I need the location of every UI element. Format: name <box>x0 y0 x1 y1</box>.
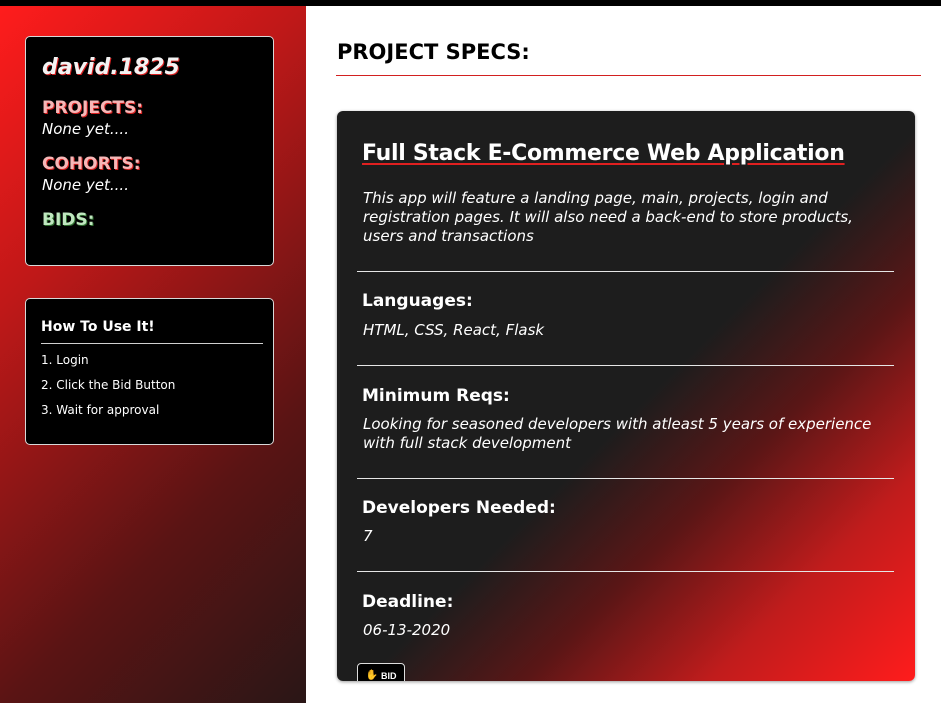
how-to-title: How To Use It! <box>41 319 155 335</box>
min-reqs-label: Minimum Reqs: <box>362 386 510 406</box>
section-divider <box>357 571 894 572</box>
how-to-step: 3. Wait for approval <box>41 403 160 417</box>
projects-label: PROJECTS: <box>42 98 144 118</box>
cohorts-label: COHORTS: <box>42 154 141 174</box>
languages-label: Languages: <box>362 291 473 311</box>
bid-button-label: BID <box>380 671 397 681</box>
page-title: PROJECT SPECS: <box>337 40 530 64</box>
developers-needed-label: Developers Needed: <box>362 498 556 518</box>
cohorts-value: None yet.... <box>42 176 129 194</box>
how-to-card: How To Use It! 1. Login 2. Click the Bid… <box>25 298 274 445</box>
section-divider <box>357 478 894 479</box>
how-to-divider <box>41 343 263 344</box>
deadline-label: Deadline: <box>362 592 454 612</box>
projects-value: None yet.... <box>42 120 129 138</box>
developers-needed-value: 7 <box>363 527 373 545</box>
min-reqs-value: Looking for seasoned developers with atl… <box>363 415 872 452</box>
section-divider <box>357 271 894 272</box>
profile-card: david.1825 PROJECTS: None yet.... COHORT… <box>25 36 274 266</box>
hand-icon: ✋ <box>365 670 378 681</box>
deadline-value: 06-13-2020 <box>363 621 451 639</box>
project-title: Full Stack E-Commerce Web Application <box>362 141 845 166</box>
bid-button[interactable]: ✋ BID <box>357 663 405 681</box>
username: david.1825 <box>42 55 180 80</box>
languages-value: HTML, CSS, React, Flask <box>363 321 545 339</box>
project-description: This app will feature a landing page, ma… <box>363 189 853 245</box>
project-spec-card: Full Stack E-Commerce Web Application Th… <box>337 111 915 681</box>
how-to-step: 2. Click the Bid Button <box>41 378 176 392</box>
section-divider <box>357 365 894 366</box>
title-divider <box>336 75 921 76</box>
bids-label: BIDS: <box>42 210 95 230</box>
how-to-step: 1. Login <box>41 353 89 367</box>
